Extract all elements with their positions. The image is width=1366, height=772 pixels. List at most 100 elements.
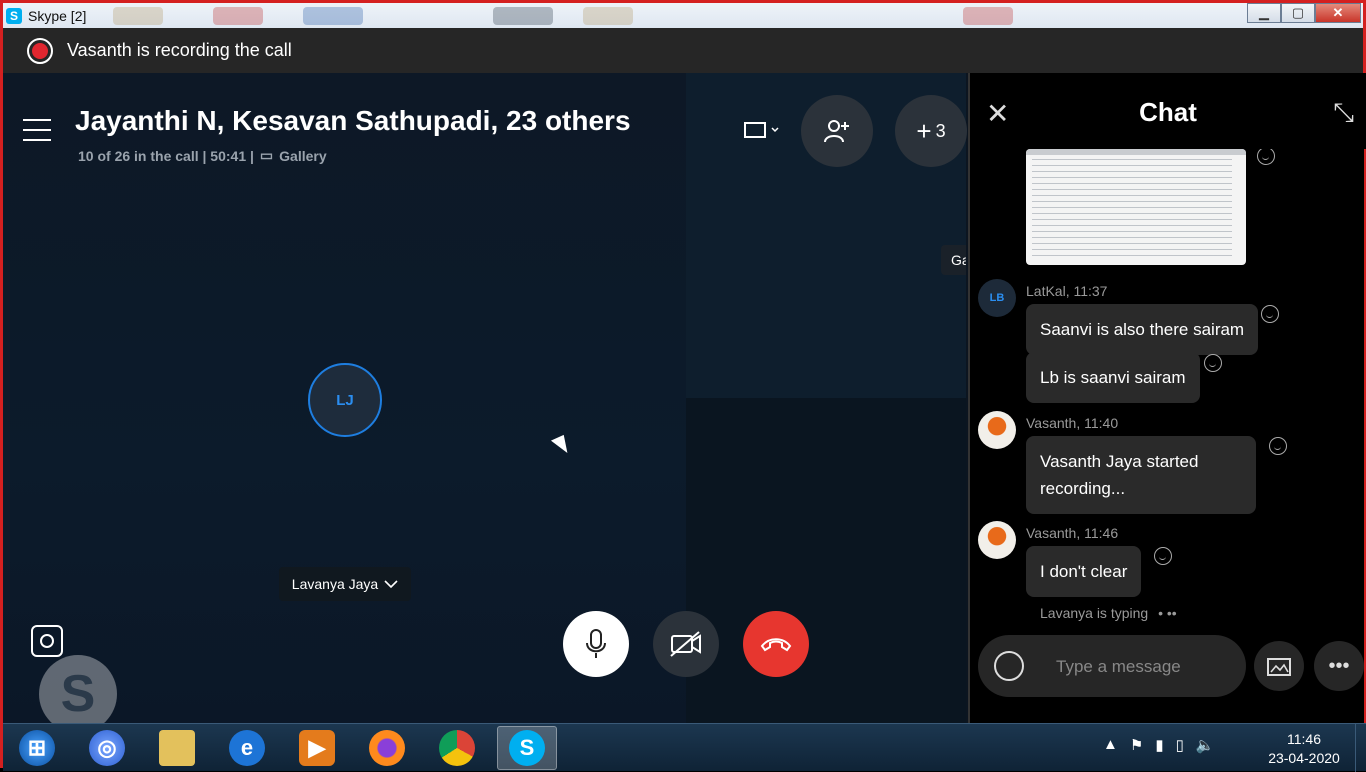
gallery-icon — [1267, 658, 1291, 676]
background-blur — [963, 7, 1013, 25]
start-button[interactable]: ⊞ — [7, 726, 67, 770]
more-participants-count: 3 — [935, 120, 946, 141]
react-smiley-icon[interactable] — [1261, 305, 1279, 323]
side-tile-label: Ga — [941, 245, 966, 275]
more-options-button[interactable]: ••• — [1314, 641, 1364, 691]
chat-panel: ✕ Chat ⤡ LB LatKal, 11:37 Saanvi is also… — [968, 73, 1366, 723]
more-dots-icon: ••• — [1328, 654, 1350, 677]
background-blur — [493, 7, 553, 25]
react-smiley-icon[interactable] — [1257, 147, 1275, 165]
tray-expand-icon[interactable]: ▲ — [1103, 736, 1118, 754]
taskbar-app[interactable]: e — [217, 726, 277, 770]
taskbar-app[interactable] — [147, 726, 207, 770]
call-status: 10 of 26 in the call | 50:41 | ▭ Gallery — [78, 147, 327, 164]
hang-up-icon — [760, 638, 792, 652]
message-author: Vasanth, 11:40 — [1026, 415, 1119, 431]
sender-avatar — [978, 521, 1016, 559]
message-author: Vasanth, 11:46 — [1026, 525, 1119, 541]
taskbar-app[interactable] — [427, 726, 487, 770]
call-stage: Jayanthi N, Kesavan Sathupadi, 23 others… — [3, 73, 967, 733]
speaker-name: Lavanya Jaya — [291, 576, 379, 592]
message-bubble[interactable]: Lb is saanvi sairam — [1026, 352, 1200, 403]
plus-icon: + — [916, 115, 932, 146]
title-bar: S Skype [2] ▁ ▢ ✕ — [3, 3, 1363, 28]
expand-icon[interactable]: ⤡ — [1333, 97, 1354, 129]
chat-header: ✕ Chat ⤡ — [970, 73, 1366, 149]
window-controls: ▁ ▢ ✕ — [1247, 3, 1361, 23]
taskbar-app[interactable]: ◎ — [77, 726, 137, 770]
microphone-icon — [586, 629, 606, 658]
react-smiley-icon[interactable] — [1154, 547, 1172, 565]
participants-status: 10 of 26 in the call | 50:41 | — [78, 147, 254, 164]
typing-indicator: Lavanya is typing • •• — [1040, 605, 1177, 621]
internet-explorer-icon: e — [229, 730, 265, 766]
background-blur — [583, 7, 633, 25]
message-input[interactable]: Type a message — [978, 635, 1246, 697]
message-placeholder: Type a message — [1056, 657, 1181, 676]
layout-toggle-button[interactable] — [741, 119, 781, 147]
recording-text: Vasanth is recording the call — [67, 40, 292, 60]
speaker-selector[interactable]: Lavanya Jaya — [279, 567, 411, 601]
mute-button[interactable] — [563, 611, 629, 677]
chrome-icon — [439, 730, 475, 766]
system-clock[interactable]: 11:46 23-04-2020 — [1259, 730, 1349, 768]
recording-icon — [27, 37, 53, 64]
react-smiley-icon[interactable] — [1204, 354, 1222, 372]
battery-icon[interactable]: ▯ — [1176, 736, 1184, 754]
background-blur — [113, 7, 163, 25]
video-tile — [686, 398, 966, 723]
browser-icon: ◎ — [89, 730, 125, 766]
windows-logo-icon: ⊞ — [19, 730, 55, 766]
hamburger-menu-icon[interactable] — [23, 119, 51, 143]
clock-date: 23-04-2020 — [1268, 750, 1340, 766]
volume-icon[interactable]: 🔈 — [1196, 736, 1215, 754]
emoji-icon[interactable] — [994, 651, 1024, 681]
message-bubble[interactable]: Saanvi is also there sairam — [1026, 304, 1259, 355]
shared-image-thumbnail[interactable] — [1026, 149, 1246, 265]
system-tray: ▲ ⚑ ▮ ▯ 🔈 — [1103, 736, 1215, 754]
participant-avatar[interactable]: LJ — [308, 363, 382, 437]
add-participant-button[interactable] — [801, 95, 873, 167]
chat-title: Chat — [1139, 97, 1197, 127]
message-text: Vasanth Jaya started — [1040, 452, 1199, 471]
sender-avatar — [978, 411, 1016, 449]
taskbar-app[interactable] — [357, 726, 417, 770]
background-blur — [213, 7, 263, 25]
more-participants-button[interactable]: + 3 — [895, 95, 967, 167]
firefox-icon — [369, 730, 405, 766]
snapshot-button[interactable] — [31, 625, 63, 657]
video-toggle-button[interactable] — [653, 611, 719, 677]
taskbar-app-skype[interactable]: S — [497, 726, 557, 770]
maximize-button[interactable]: ▢ — [1281, 3, 1315, 23]
background-blur — [303, 7, 363, 25]
skype-watermark-icon: S — [39, 655, 117, 733]
media-player-icon: ▶ — [299, 730, 335, 766]
skype-icon: S — [509, 730, 545, 766]
view-mode-label[interactable]: Gallery — [279, 148, 326, 164]
skype-window: S Skype [2] ▁ ▢ ✕ Vasanth is recording t… — [0, 0, 1366, 772]
video-off-icon — [670, 631, 701, 657]
message-bubble[interactable]: I don't clear — [1026, 546, 1142, 597]
end-call-button[interactable] — [743, 611, 809, 677]
folder-icon — [159, 730, 195, 766]
message-author: LatKal, 11:37 — [1026, 283, 1108, 299]
sender-avatar: LB — [978, 279, 1016, 317]
react-smiley-icon[interactable] — [1269, 437, 1287, 455]
show-desktop-button[interactable] — [1355, 724, 1366, 772]
add-person-icon — [824, 120, 849, 143]
share-media-button[interactable] — [1254, 641, 1304, 691]
network-flag-icon[interactable]: ⚑ — [1130, 736, 1143, 754]
message-bubble[interactable]: Vasanth Jaya started recording... — [1026, 436, 1256, 514]
chevron-down-icon — [384, 580, 398, 589]
close-window-button[interactable]: ✕ — [1315, 3, 1361, 23]
signal-icon[interactable]: ▮ — [1155, 736, 1163, 754]
taskbar-app[interactable]: ▶ — [287, 726, 347, 770]
call-title: Jayanthi N, Kesavan Sathupadi, 23 others — [75, 105, 631, 136]
typing-text: Lavanya is typing — [1040, 605, 1149, 621]
skype-logo-icon: S — [6, 7, 22, 24]
typing-dots-icon: • •• — [1158, 605, 1177, 621]
window-title: Skype [2] — [28, 7, 87, 24]
minimize-button[interactable]: ▁ — [1247, 3, 1281, 23]
clock-time: 11:46 — [1287, 731, 1321, 747]
gallery-icon: ▭ — [259, 147, 274, 163]
